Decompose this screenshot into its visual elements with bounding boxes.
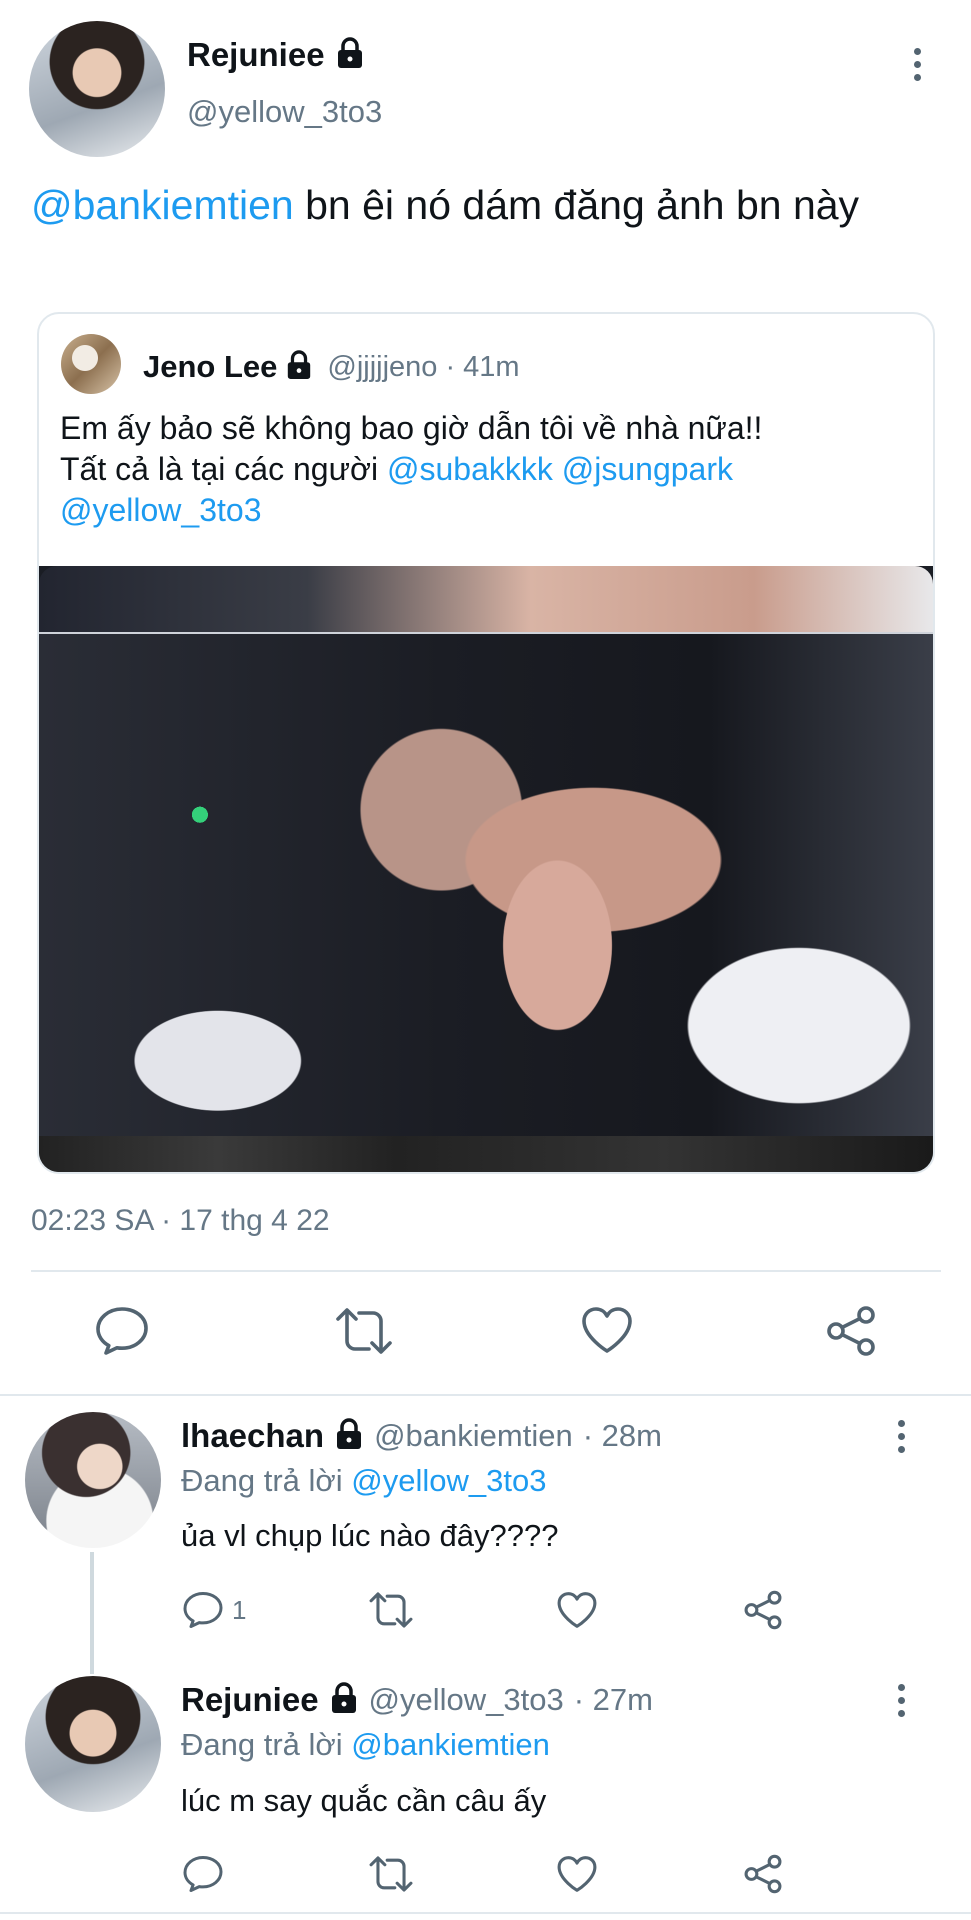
tweet-body: bn êi nó dám đăng ảnh bn này: [305, 182, 860, 228]
reply-header: Rejuniee @yellow_3to3 · 27m: [181, 1681, 653, 1719]
lock-icon: [334, 1417, 364, 1455]
share-button[interactable]: [742, 1590, 784, 1630]
quoted-tweet-text: Em ấy bảo sẽ không bao giờ dẫn tôi về nh…: [60, 408, 920, 531]
quoted-text-prefix: Tất cả là tại các người: [60, 451, 379, 487]
replying-to-prefix: Đang trả lời: [181, 1463, 343, 1498]
quoted-mention-1[interactable]: @subakkkk: [387, 451, 553, 487]
like-button[interactable]: [556, 1590, 598, 1630]
share-icon: [744, 1590, 782, 1630]
quoted-handle[interactable]: @jjjjjeno: [327, 351, 437, 384]
quoted-author-avatar[interactable]: [61, 334, 121, 394]
share-button[interactable]: [824, 1305, 878, 1357]
heart-icon: [582, 1307, 632, 1353]
reply-handle[interactable]: @bankiemtien: [374, 1418, 573, 1454]
tweet-mention[interactable]: @bankiemtien: [31, 182, 294, 228]
replying-to-line: Đang trả lời @bankiemtien: [181, 1727, 550, 1763]
like-button[interactable]: [556, 1854, 598, 1894]
reply-time: · 28m: [582, 1418, 662, 1453]
lock-icon: [329, 1681, 359, 1719]
reply-handle[interactable]: @yellow_3to3: [369, 1682, 564, 1718]
replying-to-line: Đang trả lời @yellow_3to3: [181, 1463, 546, 1499]
reply-text: lúc m say quắc cần câu ấy: [181, 1783, 547, 1818]
retweet-icon: [369, 1856, 413, 1892]
quoted-author-row: Jeno Lee @jjjjjeno · 41m: [143, 349, 520, 385]
replying-to-mention[interactable]: @bankiemtien: [351, 1727, 550, 1762]
more-options-icon[interactable]: [910, 48, 924, 81]
reply-header: lhaechan @bankiemtien · 28m: [181, 1417, 662, 1455]
more-options-icon[interactable]: [894, 1684, 908, 1717]
retweet-button[interactable]: [368, 1590, 414, 1630]
quoted-mention-3[interactable]: @yellow_3to3: [60, 490, 920, 531]
divider: [31, 1270, 941, 1272]
reply-button[interactable]: 1: [182, 1590, 246, 1630]
lock-icon: [285, 349, 313, 385]
author-display-name[interactable]: Rejuniee: [187, 36, 325, 74]
quoted-time: · 41m: [445, 350, 520, 383]
reply-icon: [96, 1307, 148, 1355]
section-divider: [0, 1394, 971, 1396]
replying-to-prefix: Đang trả lời: [181, 1727, 343, 1762]
reply-icon: [183, 1592, 223, 1628]
quoted-media-image[interactable]: [39, 566, 933, 1172]
quoted-display-name[interactable]: Jeno Lee: [143, 349, 277, 385]
retweet-button[interactable]: [334, 1305, 394, 1357]
reply-button[interactable]: [182, 1854, 224, 1894]
retweet-icon: [369, 1592, 413, 1628]
quoted-text-line2: Tất cả là tại các người @subakkkk @jsung…: [60, 449, 920, 490]
quoted-text-line1: Em ấy bảo sẽ không bao giờ dẫn tôi về nh…: [60, 410, 763, 446]
thread-line: [90, 1552, 94, 1674]
lock-icon: [335, 36, 365, 74]
retweet-button[interactable]: [368, 1854, 414, 1894]
share-icon: [827, 1306, 875, 1356]
reply-avatar[interactable]: [25, 1676, 161, 1812]
like-button[interactable]: [580, 1305, 634, 1355]
heart-icon: [557, 1856, 597, 1892]
heart-icon: [557, 1592, 597, 1628]
more-options-icon[interactable]: [894, 1420, 908, 1453]
reply-icon: [183, 1856, 223, 1892]
reply-button[interactable]: [94, 1305, 150, 1357]
author-handle[interactable]: @yellow_3to3: [187, 94, 382, 130]
tweet-timestamp: 02:23 SA · 17 thg 4 22: [31, 1204, 330, 1237]
share-button[interactable]: [742, 1854, 784, 1894]
reply-display-name[interactable]: lhaechan: [181, 1417, 324, 1455]
reply-time: · 27m: [573, 1682, 653, 1717]
quoted-mention-2[interactable]: @jsungpark: [562, 451, 733, 487]
reply-count: 1: [232, 1594, 247, 1625]
share-icon: [744, 1854, 782, 1894]
author-name-row: Rejuniee: [187, 36, 365, 74]
reply-text: ủa vl chụp lúc nào đây????: [181, 1518, 559, 1553]
reply-display-name[interactable]: Rejuniee: [181, 1681, 319, 1719]
tweet-text: @bankiemtien bn êi nó dám đăng ảnh bn nà…: [31, 178, 911, 232]
bottom-divider: [0, 1912, 971, 1914]
replying-to-mention[interactable]: @yellow_3to3: [351, 1463, 546, 1498]
reply-avatar[interactable]: [25, 1412, 161, 1548]
author-avatar[interactable]: [29, 21, 165, 157]
retweet-icon: [336, 1308, 392, 1354]
